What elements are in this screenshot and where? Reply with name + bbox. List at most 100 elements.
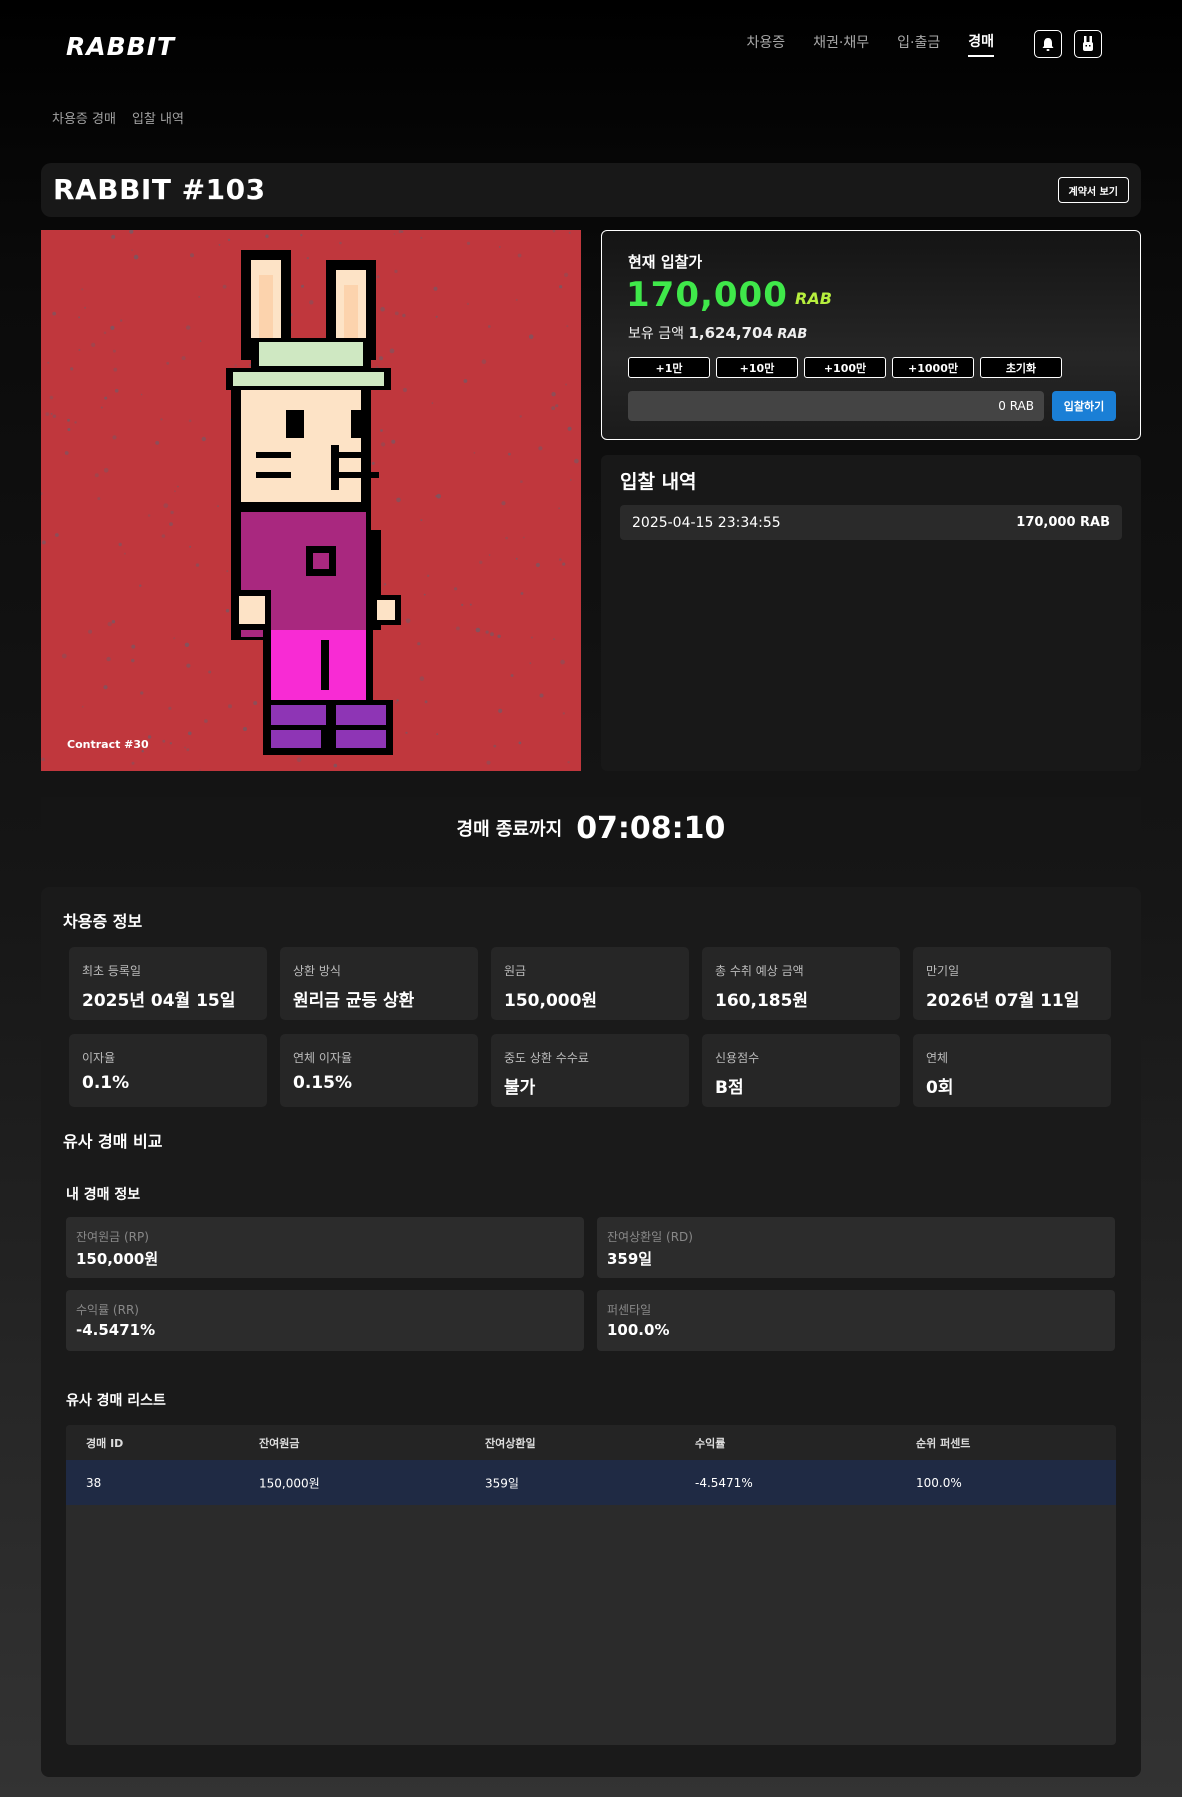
column-header[interactable]: 잔여원금 bbox=[259, 1435, 299, 1451]
breadcrumb: 차용증 경매 입찰 내역 bbox=[52, 108, 200, 127]
bid-history-row: 2025-04-15 23:34:55 170,000 RAB bbox=[620, 505, 1122, 540]
nav-item-debt[interactable]: 채권·채무 bbox=[813, 32, 869, 56]
balance-unit: RAB bbox=[777, 327, 808, 342]
info-card-label: 연체 bbox=[926, 1051, 949, 1065]
balance-label: 보유 금액 bbox=[628, 326, 684, 342]
my-card-label: 잔여상환일 (RD) bbox=[607, 1230, 693, 1244]
loan-info-section: 차용증 정보 최초 등록일 2025년 04월 15일 상환 방식 원리금 균등… bbox=[41, 887, 1141, 1777]
info-card-prepayment-fee: 중도 상환 수수료 불가 bbox=[491, 1034, 689, 1107]
bell-icon bbox=[1042, 37, 1054, 51]
compare-title: 유사 경매 비교 bbox=[63, 1132, 163, 1151]
info-card-value: B점 bbox=[715, 1078, 744, 1098]
increment-10k-button[interactable]: +1만 bbox=[628, 357, 710, 378]
table-cell: 359일 bbox=[485, 1476, 519, 1490]
main-nav: 차용증 채권·채무 입·출금 경매 bbox=[747, 30, 1182, 58]
my-card-value: 150,000원 bbox=[76, 1250, 159, 1268]
info-card-value: 불가 bbox=[504, 1078, 536, 1098]
info-card-label: 원금 bbox=[504, 964, 527, 978]
my-card-value: 100.0% bbox=[607, 1321, 670, 1339]
my-card-value: -4.5471% bbox=[76, 1321, 156, 1339]
breadcrumb-loan-auction[interactable]: 차용증 경매 bbox=[52, 108, 116, 127]
profile-button[interactable] bbox=[1074, 30, 1102, 58]
breadcrumb-bid-history[interactable]: 입찰 내역 bbox=[132, 108, 184, 127]
current-bid-label: 현재 입찰가 bbox=[628, 253, 703, 271]
increment-10m-button[interactable]: +1000만 bbox=[892, 357, 974, 378]
info-card-value: 0.15% bbox=[293, 1073, 352, 1093]
page-title: RABBIT #103 bbox=[53, 173, 266, 206]
info-card-overdue: 연체 0회 bbox=[913, 1034, 1111, 1107]
bid-history-time: 2025-04-15 23:34:55 bbox=[632, 514, 781, 531]
increment-1m-button[interactable]: +100만 bbox=[804, 357, 886, 378]
info-card-value: 0회 bbox=[926, 1078, 954, 1098]
info-card-maturity: 만기일 2026년 07월 11일 bbox=[913, 947, 1111, 1020]
info-card-value: 160,185원 bbox=[715, 991, 809, 1011]
info-card-label: 만기일 bbox=[926, 964, 960, 978]
info-card-interest: 이자율 0.1% bbox=[69, 1034, 267, 1107]
info-card-expected: 총 수취 예상 금액 160,185원 bbox=[702, 947, 900, 1020]
my-card-label: 수익률 (RR) bbox=[76, 1303, 139, 1317]
table-cell: -4.5471% bbox=[695, 1475, 753, 1490]
column-header[interactable]: 잔여상환일 bbox=[485, 1435, 536, 1451]
loan-info-title: 차용증 정보 bbox=[63, 912, 143, 931]
place-bid-button[interactable]: 입찰하기 bbox=[1052, 391, 1116, 421]
info-card-overdue-interest: 연체 이자율 0.15% bbox=[280, 1034, 478, 1107]
reset-button[interactable]: 초기화 bbox=[980, 357, 1062, 378]
my-card-percentile: 퍼센타일 100.0% bbox=[597, 1290, 1115, 1351]
info-card-principal: 원금 150,000원 bbox=[491, 947, 689, 1020]
table-header: 경매 ID 잔여원금 잔여상환일 수익률 순위 퍼센트 bbox=[66, 1425, 1116, 1460]
header: RABBIT 차용증 채권·채무 입·출금 경매 bbox=[0, 0, 1182, 95]
bid-increment-group: +1만 +10만 +100만 +1000만 초기화 bbox=[628, 357, 1068, 378]
table-row[interactable]: 38 150,000원 359일 -4.5471% 100.0% bbox=[66, 1460, 1116, 1505]
column-header[interactable]: 수익률 bbox=[695, 1435, 725, 1451]
table-cell: 150,000원 bbox=[259, 1476, 320, 1490]
info-card-registered: 최초 등록일 2025년 04월 15일 bbox=[69, 947, 267, 1020]
info-card-label: 이자율 bbox=[82, 1051, 116, 1065]
info-card-value: 150,000원 bbox=[504, 991, 598, 1011]
title-bar: RABBIT #103 계약서 보기 bbox=[41, 163, 1141, 217]
my-card-remaining-principal: 잔여원금 (RP) 150,000원 bbox=[66, 1217, 584, 1278]
current-bid-unit: RAB bbox=[795, 289, 832, 308]
info-card-credit-score: 신용점수 B점 bbox=[702, 1034, 900, 1107]
info-card-label: 연체 이자율 bbox=[293, 1051, 353, 1065]
my-card-label: 퍼센타일 bbox=[607, 1303, 652, 1317]
balance-value: 1,624,704 bbox=[688, 324, 773, 342]
my-card-remaining-days: 잔여상환일 (RD) 359일 bbox=[597, 1217, 1115, 1278]
column-header[interactable]: 경매 ID bbox=[86, 1435, 123, 1451]
bid-history-amount: 170,000 RAB bbox=[1016, 515, 1110, 530]
info-card-repayment: 상환 방식 원리금 균등 상환 bbox=[280, 947, 478, 1020]
similar-auction-table: 경매 ID 잔여원금 잔여상환일 수익률 순위 퍼센트 38 150,000원 … bbox=[66, 1425, 1116, 1745]
table-cell: 100.0% bbox=[916, 1475, 962, 1490]
info-card-label: 상환 방식 bbox=[293, 964, 341, 978]
notification-button[interactable] bbox=[1034, 30, 1062, 58]
my-auction-title: 내 경매 정보 bbox=[66, 1187, 141, 1203]
info-card-label: 총 수취 예상 금액 bbox=[715, 964, 804, 978]
info-card-value: 0.1% bbox=[82, 1073, 130, 1093]
bid-amount-input[interactable] bbox=[628, 391, 1044, 421]
column-header[interactable]: 순위 퍼센트 bbox=[916, 1435, 970, 1451]
info-card-value: 2025년 04월 15일 bbox=[82, 991, 236, 1011]
my-card-value: 359일 bbox=[607, 1250, 653, 1268]
auction-countdown: 경매 종료까지 07:08:10 bbox=[41, 797, 1141, 859]
countdown-time: 07:08:10 bbox=[576, 810, 726, 846]
my-card-label: 잔여원금 (RP) bbox=[76, 1230, 149, 1244]
countdown-label: 경매 종료까지 bbox=[456, 819, 563, 840]
nav-item-deposit[interactable]: 입·출금 bbox=[897, 32, 940, 56]
current-bid-value: 170,000 bbox=[626, 275, 788, 315]
rabbit-icon bbox=[1083, 35, 1093, 51]
view-contract-button[interactable]: 계약서 보기 bbox=[1057, 177, 1129, 203]
logo[interactable]: RABBIT bbox=[66, 32, 175, 61]
info-card-value: 원리금 균등 상환 bbox=[293, 991, 415, 1011]
info-card-label: 최초 등록일 bbox=[82, 964, 142, 978]
pixel-rabbit-illustration bbox=[226, 250, 401, 755]
similar-list-title: 유사 경매 리스트 bbox=[66, 1393, 166, 1409]
bid-history-panel: 입찰 내역 2025-04-15 23:34:55 170,000 RAB bbox=[601, 455, 1141, 771]
info-card-label: 신용점수 bbox=[715, 1051, 760, 1065]
increment-100k-button[interactable]: +10만 bbox=[716, 357, 798, 378]
info-card-label: 중도 상환 수수료 bbox=[504, 1051, 589, 1065]
my-card-return-rate: 수익률 (RR) -4.5471% bbox=[66, 1290, 584, 1351]
nav-item-loan[interactable]: 차용증 bbox=[747, 32, 786, 56]
nft-image: Contract #30 bbox=[41, 230, 581, 771]
balance: 보유 금액 1,624,704 RAB bbox=[628, 323, 807, 343]
nav-item-auction[interactable]: 경매 bbox=[968, 31, 994, 57]
nft-caption: Contract #30 bbox=[67, 738, 149, 751]
